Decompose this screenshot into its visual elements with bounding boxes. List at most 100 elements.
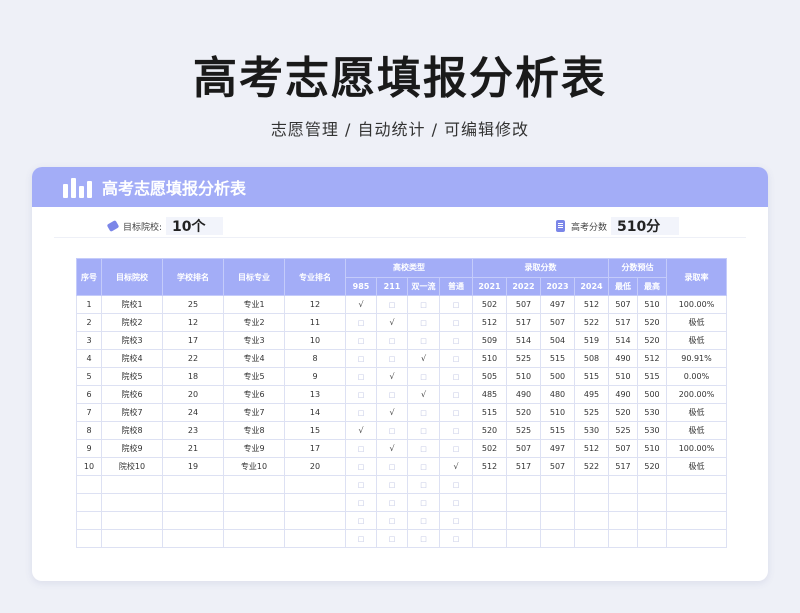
cell-empty[interactable] bbox=[76, 493, 102, 512]
cell-major[interactable]: 专业9 bbox=[223, 439, 285, 458]
cell-score[interactable]: 512 bbox=[472, 313, 507, 332]
cell-empty[interactable] bbox=[666, 475, 727, 494]
score-value-field[interactable]: 510分 bbox=[611, 217, 680, 235]
cell-type-checkbox[interactable]: □ bbox=[407, 439, 440, 458]
cell-type-checkbox[interactable]: □ bbox=[439, 313, 473, 332]
cell-type-checkbox[interactable]: □ bbox=[407, 475, 440, 494]
cell-school-rank[interactable]: 12 bbox=[162, 313, 224, 332]
cell-type-checkbox[interactable]: □ bbox=[345, 367, 377, 386]
cell-type-checkbox[interactable]: □ bbox=[439, 511, 473, 530]
cell-score[interactable]: 490 bbox=[506, 385, 541, 404]
cell-score[interactable]: 519 bbox=[574, 331, 609, 350]
cell-score[interactable]: 508 bbox=[574, 349, 609, 368]
cell-type-checkbox[interactable]: □ bbox=[439, 331, 473, 350]
cell-empty[interactable] bbox=[284, 493, 346, 512]
cell-type-checkbox[interactable]: □ bbox=[376, 529, 408, 548]
cell-type-checkbox[interactable]: □ bbox=[407, 295, 440, 314]
cell-score[interactable]: 520 bbox=[506, 403, 541, 422]
cell-major-rank[interactable]: 10 bbox=[284, 331, 346, 350]
cell-major-rank[interactable]: 13 bbox=[284, 385, 346, 404]
cell-score[interactable]: 520 bbox=[472, 421, 507, 440]
cell-type-checkbox[interactable]: □ bbox=[407, 529, 440, 548]
cell-score[interactable]: 497 bbox=[540, 295, 575, 314]
cell-empty[interactable] bbox=[540, 511, 575, 530]
cell-major[interactable]: 专业1 bbox=[223, 295, 285, 314]
cell-empty[interactable] bbox=[506, 529, 541, 548]
cell-school-rank[interactable]: 19 bbox=[162, 457, 224, 476]
cell-empty[interactable] bbox=[162, 475, 224, 494]
cell-score[interactable]: 507 bbox=[540, 457, 575, 476]
cell-score[interactable]: 515 bbox=[472, 403, 507, 422]
cell-type-checkbox[interactable]: □ bbox=[376, 511, 408, 530]
cell-empty[interactable] bbox=[284, 475, 346, 494]
cell-type-checkbox[interactable]: □ bbox=[407, 367, 440, 386]
cell-type-checkbox[interactable]: √ bbox=[345, 421, 377, 440]
cell-score[interactable]: 507 bbox=[506, 295, 541, 314]
target-value-field[interactable]: 10个 bbox=[166, 217, 224, 235]
cell-school-rank[interactable]: 21 bbox=[162, 439, 224, 458]
cell-type-checkbox[interactable]: □ bbox=[407, 331, 440, 350]
cell-type-checkbox[interactable]: □ bbox=[345, 493, 377, 512]
cell-type-checkbox[interactable]: □ bbox=[439, 295, 473, 314]
cell-empty[interactable] bbox=[76, 529, 102, 548]
cell-type-checkbox[interactable]: √ bbox=[376, 403, 408, 422]
cell-major-rank[interactable]: 20 bbox=[284, 457, 346, 476]
cell-type-checkbox[interactable]: □ bbox=[407, 457, 440, 476]
cell-score[interactable]: 522 bbox=[574, 457, 609, 476]
cell-major-rank[interactable]: 17 bbox=[284, 439, 346, 458]
cell-empty[interactable] bbox=[162, 529, 224, 548]
cell-empty[interactable] bbox=[223, 529, 285, 548]
cell-score[interactable]: 504 bbox=[540, 331, 575, 350]
cell-type-checkbox[interactable]: □ bbox=[439, 439, 473, 458]
cell-score[interactable]: 512 bbox=[472, 457, 507, 476]
cell-score[interactable]: 525 bbox=[506, 421, 541, 440]
cell-school-rank[interactable]: 20 bbox=[162, 385, 224, 404]
cell-type-checkbox[interactable]: □ bbox=[345, 349, 377, 368]
cell-school-rank[interactable]: 17 bbox=[162, 331, 224, 350]
cell-type-checkbox[interactable]: □ bbox=[376, 457, 408, 476]
cell-type-checkbox[interactable]: □ bbox=[345, 475, 377, 494]
cell-type-checkbox[interactable]: □ bbox=[376, 421, 408, 440]
cell-empty[interactable] bbox=[506, 493, 541, 512]
cell-school[interactable]: 院校8 bbox=[101, 421, 163, 440]
cell-empty[interactable] bbox=[76, 511, 102, 530]
cell-major[interactable]: 专业3 bbox=[223, 331, 285, 350]
cell-empty[interactable] bbox=[574, 475, 609, 494]
cell-empty[interactable] bbox=[223, 475, 285, 494]
cell-school[interactable]: 院校4 bbox=[101, 349, 163, 368]
cell-type-checkbox[interactable]: □ bbox=[407, 493, 440, 512]
cell-type-checkbox[interactable]: √ bbox=[376, 439, 408, 458]
cell-empty[interactable] bbox=[506, 511, 541, 530]
cell-score[interactable]: 517 bbox=[506, 313, 541, 332]
cell-type-checkbox[interactable]: □ bbox=[345, 331, 377, 350]
cell-school-rank[interactable]: 25 bbox=[162, 295, 224, 314]
cell-school-rank[interactable]: 22 bbox=[162, 349, 224, 368]
cell-type-checkbox[interactable]: □ bbox=[439, 493, 473, 512]
cell-score[interactable]: 502 bbox=[472, 439, 507, 458]
cell-type-checkbox[interactable]: √ bbox=[407, 385, 440, 404]
cell-score[interactable]: 497 bbox=[540, 439, 575, 458]
cell-score[interactable]: 515 bbox=[540, 421, 575, 440]
cell-type-checkbox[interactable]: □ bbox=[345, 313, 377, 332]
cell-type-checkbox[interactable]: □ bbox=[345, 385, 377, 404]
cell-empty[interactable] bbox=[506, 475, 541, 494]
cell-empty[interactable] bbox=[223, 511, 285, 530]
cell-empty[interactable] bbox=[162, 493, 224, 512]
cell-empty[interactable] bbox=[101, 529, 163, 548]
cell-school[interactable]: 院校10 bbox=[101, 457, 163, 476]
cell-major[interactable]: 专业2 bbox=[223, 313, 285, 332]
cell-score[interactable]: 525 bbox=[574, 403, 609, 422]
cell-score[interactable]: 530 bbox=[574, 421, 609, 440]
cell-score[interactable]: 517 bbox=[506, 457, 541, 476]
cell-major[interactable]: 专业4 bbox=[223, 349, 285, 368]
cell-type-checkbox[interactable]: □ bbox=[345, 529, 377, 548]
cell-score[interactable]: 495 bbox=[574, 385, 609, 404]
cell-type-checkbox[interactable]: □ bbox=[407, 511, 440, 530]
cell-score[interactable]: 515 bbox=[574, 367, 609, 386]
cell-type-checkbox[interactable]: √ bbox=[439, 457, 473, 476]
cell-type-checkbox[interactable]: □ bbox=[376, 493, 408, 512]
cell-score[interactable]: 510 bbox=[506, 367, 541, 386]
cell-major[interactable]: 专业10 bbox=[223, 457, 285, 476]
cell-empty[interactable] bbox=[608, 529, 638, 548]
cell-major[interactable]: 专业8 bbox=[223, 421, 285, 440]
